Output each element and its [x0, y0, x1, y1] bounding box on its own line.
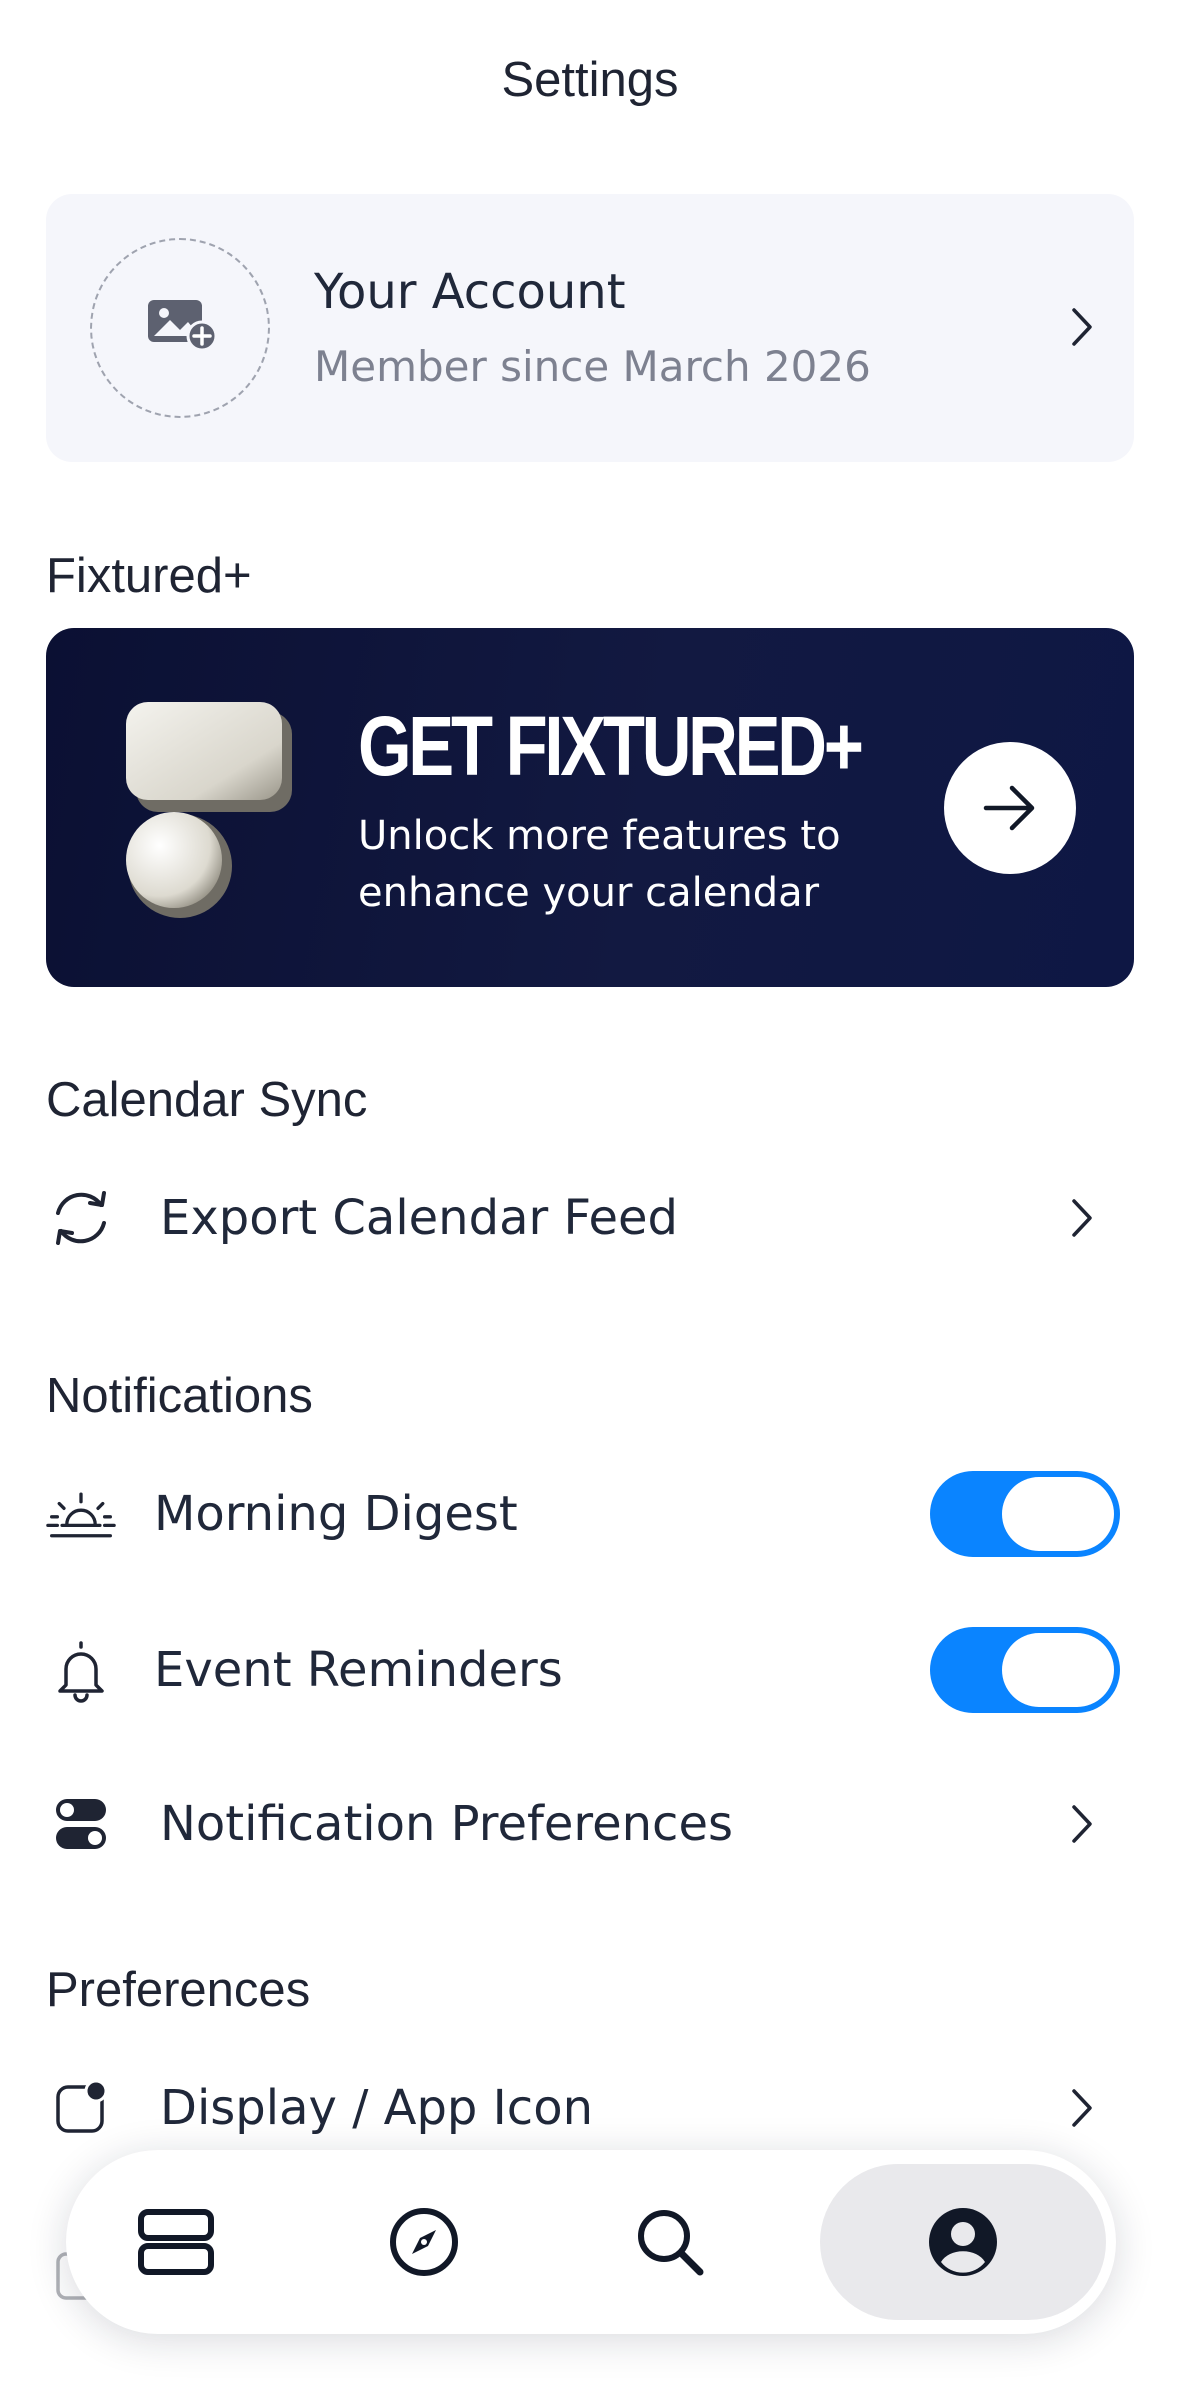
search-icon	[638, 2210, 704, 2276]
export-calendar-feed-label: Export Calendar Feed	[160, 1190, 678, 1246]
promo-title: GET FIXTURED+	[358, 699, 864, 793]
add-photo-icon	[148, 300, 218, 352]
member-since: Member since March 2026	[314, 342, 871, 391]
tab-search[interactable]	[560, 2164, 780, 2320]
account-name: Your Account	[314, 264, 626, 320]
event-reminders-row: Event Reminders	[46, 1620, 1134, 1720]
morning-digest-row: Morning Digest	[46, 1464, 1134, 1564]
sunrise-icon	[46, 1492, 116, 1538]
upgrade-banner[interactable]: GET FIXTURED+ Unlock more features to en…	[46, 628, 1134, 987]
promo-go-button[interactable]	[944, 742, 1076, 874]
section-notifications: Notifications	[46, 1369, 313, 1423]
chevron-right-icon	[1072, 1805, 1092, 1843]
export-calendar-feed-row[interactable]: Export Calendar Feed	[46, 1168, 1134, 1268]
morning-digest-toggle[interactable]	[930, 1471, 1120, 1557]
page-title: Settings	[501, 53, 679, 107]
arrow-right-icon	[983, 785, 1035, 831]
display-app-icon-row[interactable]: Display / App Icon	[46, 2058, 1134, 2158]
chevron-right-icon	[1072, 2089, 1092, 2127]
display-app-icon-label: Display / App Icon	[160, 2080, 593, 2136]
promo-text: Unlock more features to enhance your cal…	[358, 813, 841, 916]
account-card[interactable]: Your Account Member since March 2026	[46, 194, 1134, 462]
profile-icon	[929, 2208, 997, 2276]
toggles-icon	[56, 1799, 106, 1849]
tab-bar	[66, 2150, 1116, 2334]
section-preferences: Preferences	[46, 1963, 311, 2017]
event-reminders-toggle[interactable]	[930, 1627, 1120, 1713]
chevron-right-icon	[1072, 1199, 1092, 1237]
tab-explore[interactable]	[314, 2164, 534, 2320]
morning-digest-label: Morning Digest	[154, 1486, 518, 1542]
notification-preferences-label: Notification Preferences	[160, 1796, 733, 1852]
compass-icon	[390, 2208, 458, 2276]
tab-feed[interactable]	[66, 2164, 286, 2320]
tab-profile[interactable]	[820, 2164, 1106, 2320]
notification-preferences-row[interactable]: Notification Preferences	[46, 1774, 1134, 1874]
event-reminders-label: Event Reminders	[154, 1642, 563, 1698]
stack-icon	[138, 2209, 214, 2275]
app-icon-icon	[56, 2079, 108, 2133]
fixtured-logo-icon	[126, 702, 292, 918]
bell-icon	[58, 1641, 104, 1703]
sync-icon	[56, 1191, 106, 1245]
avatar[interactable]	[90, 238, 270, 418]
chevron-right-icon	[1072, 308, 1092, 346]
section-fixtured-plus: Fixtured+	[46, 549, 252, 603]
section-calendar-sync: Calendar Sync	[46, 1073, 368, 1127]
